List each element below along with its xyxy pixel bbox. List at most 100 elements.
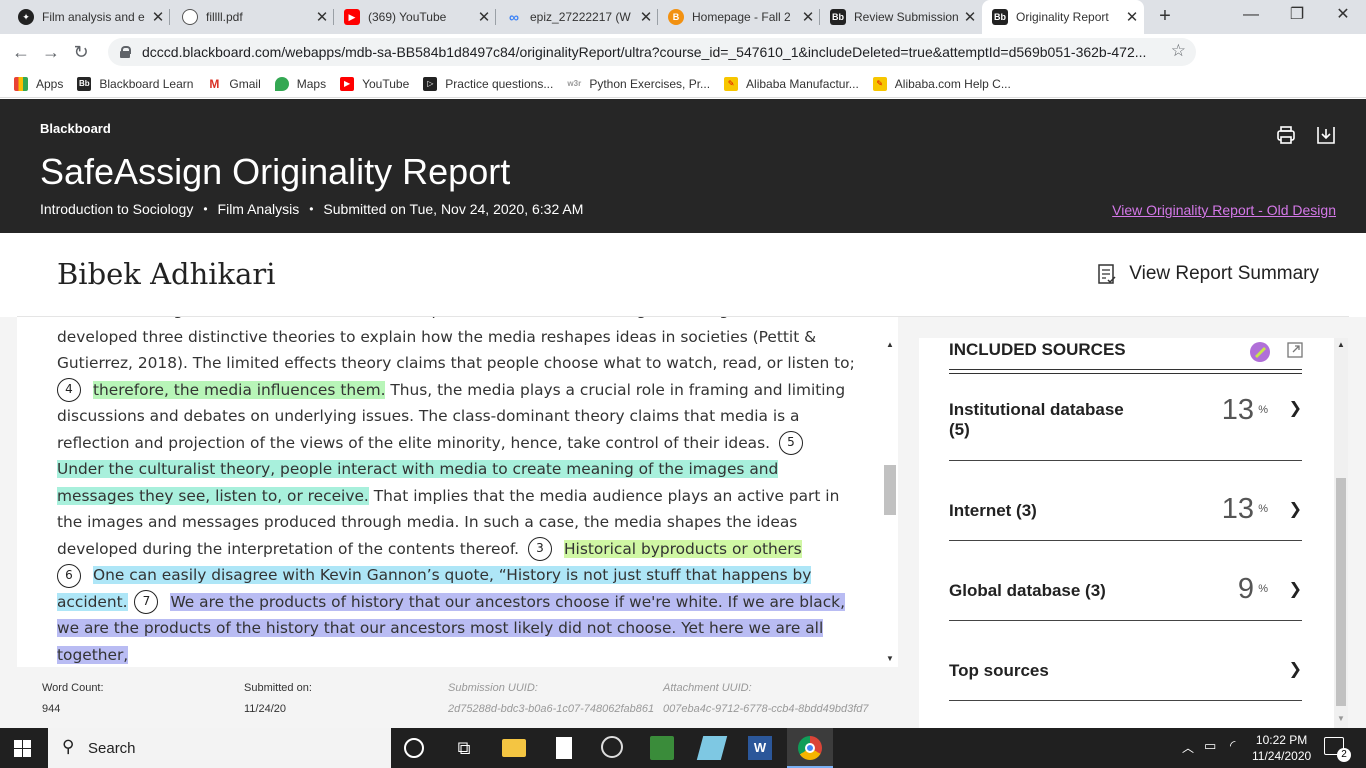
- file-explorer-icon[interactable]: [502, 739, 526, 757]
- tray-chevron-icon[interactable]: ︿: [1182, 739, 1194, 756]
- match-marker[interactable]: 4: [57, 378, 81, 402]
- close-icon[interactable]: ✕: [146, 8, 170, 26]
- bookmark-apps[interactable]: Apps: [14, 76, 63, 91]
- download-icon[interactable]: [1315, 124, 1337, 146]
- close-icon[interactable]: ✕: [310, 8, 334, 26]
- browser-toolbar: ← → ↻ dcccd.blackboard.com/webapps/mdb-s…: [0, 34, 1366, 96]
- bookmark-youtube[interactable]: ▶ YouTube: [340, 76, 409, 91]
- source-name: Top sources: [949, 661, 1049, 680]
- globe-app-icon[interactable]: [601, 736, 623, 758]
- address-bar[interactable]: dcccd.blackboard.com/webapps/mdb-sa-BB58…: [108, 38, 1196, 66]
- document-text: televisions, magazines, radios, and othe…: [57, 317, 857, 667]
- source-global-database[interactable]: Global database (3) 9 % ❯: [949, 541, 1302, 621]
- bookmark-blackboard[interactable]: Bb Blackboard Learn: [77, 76, 193, 91]
- matched-text[interactable]: Historical byproducts or others: [563, 539, 802, 558]
- taskbar-clock[interactable]: 10:22 PM 11/24/2020: [1252, 732, 1311, 764]
- bookmark-alibaba-mfr[interactable]: ✎ Alibaba Manufactur...: [724, 76, 859, 91]
- document-app-icon[interactable]: [556, 737, 572, 759]
- close-icon[interactable]: ✕: [1120, 8, 1144, 26]
- search-icon: ⚲: [62, 737, 75, 756]
- notification-center-icon[interactable]: 2: [1324, 737, 1351, 762]
- task-view-icon[interactable]: ⧉: [452, 736, 476, 760]
- blackboard-icon: Bb: [830, 9, 846, 25]
- w3r-icon: w3r: [567, 76, 582, 91]
- wifi-icon[interactable]: ◜: [1230, 737, 1235, 754]
- chrome-taskbar-button[interactable]: [787, 728, 833, 768]
- practice-icon: ▷: [423, 76, 438, 91]
- source-top-sources[interactable]: Top sources ❯: [949, 621, 1302, 701]
- calculator-app-icon[interactable]: [650, 736, 674, 760]
- paragraph-text: televisions, magazines, radios, and othe…: [57, 317, 855, 372]
- document-scroll-thumb[interactable]: [884, 465, 896, 515]
- close-icon[interactable]: ✕: [958, 8, 982, 26]
- forward-icon[interactable]: →: [36, 42, 66, 63]
- percent-sign: %: [1258, 503, 1268, 515]
- close-window-button[interactable]: ✕: [1320, 0, 1366, 34]
- attachment-uuid-value: 007eba4c-9712-6778-ccb4-8bdd49bd3fd7: [663, 703, 869, 715]
- tab-film-analysis[interactable]: ✦ Film analysis and e ✕: [8, 0, 170, 34]
- bookmark-alibaba-help[interactable]: ✎ Alibaba.com Help C...: [872, 76, 1011, 91]
- chevron-down-icon[interactable]: ❯: [1289, 398, 1302, 418]
- tab-pdf[interactable]: fillll.pdf ✕: [172, 0, 334, 34]
- new-tab-button[interactable]: +: [1152, 4, 1178, 30]
- blackboard-icon: Bb: [992, 9, 1008, 25]
- scroll-down-icon[interactable]: ▼: [1337, 714, 1345, 723]
- source-percent: 13: [1221, 394, 1254, 426]
- browser-tab-strip: ✦ Film analysis and e ✕ fillll.pdf ✕ ▶ (…: [0, 0, 1366, 34]
- bookmark-maps[interactable]: Maps: [274, 76, 326, 91]
- course-name: Introduction to Sociology: [40, 201, 194, 217]
- student-bar: Bibek Adhikari View Report Summary: [17, 233, 1349, 317]
- highlighter-icon[interactable]: [1249, 341, 1271, 363]
- tab-epiz[interactable]: ∞ epiz_27222217 (W ✕: [496, 0, 658, 34]
- scroll-up-icon[interactable]: ▲: [886, 340, 894, 349]
- report-summary-icon: [1098, 264, 1116, 284]
- match-marker[interactable]: 7: [134, 590, 159, 614]
- bookmark-star-icon[interactable]: ☆: [1171, 41, 1186, 61]
- source-institutional-database[interactable]: Institutional database (5) 13 % ❯: [949, 394, 1302, 461]
- bookmark-gmail[interactable]: M Gmail: [207, 76, 261, 91]
- chevron-down-icon[interactable]: ❯: [1289, 499, 1302, 519]
- document-panel[interactable]: televisions, magazines, radios, and othe…: [17, 317, 898, 667]
- battery-icon[interactable]: ▭: [1204, 738, 1216, 754]
- scroll-up-icon[interactable]: ▲: [1337, 340, 1345, 349]
- cortana-icon[interactable]: [404, 738, 424, 758]
- close-icon[interactable]: ✕: [634, 8, 658, 26]
- match-marker[interactable]: 3: [527, 537, 552, 561]
- alibaba-icon: ✎: [872, 76, 887, 91]
- restore-button[interactable]: ❐: [1274, 0, 1320, 34]
- bookmarks-bar: Apps Bb Blackboard Learn M Gmail Maps ▶ …: [0, 70, 1366, 98]
- print-icon[interactable]: [1275, 124, 1297, 146]
- reload-icon[interactable]: ↻: [66, 42, 96, 63]
- word-count-value: 944: [42, 703, 61, 715]
- chevron-down-icon[interactable]: ❯: [1289, 579, 1302, 599]
- paint-app-icon[interactable]: [696, 736, 728, 760]
- tab-homepage[interactable]: B Homepage - Fall 2 ✕: [658, 0, 820, 34]
- close-icon[interactable]: ✕: [796, 8, 820, 26]
- word-app-icon[interactable]: W: [748, 736, 772, 760]
- attachment-uuid-label: Attachment UUID:: [663, 682, 752, 694]
- scroll-down-icon[interactable]: ▼: [886, 654, 894, 663]
- back-icon[interactable]: ←: [6, 42, 36, 63]
- source-internet[interactable]: Internet (3) 13 % ❯: [949, 461, 1302, 541]
- expand-icon[interactable]: [1286, 341, 1304, 359]
- tab-review-submission[interactable]: Bb Review Submission ✕: [820, 0, 982, 34]
- minimize-button[interactable]: —: [1228, 0, 1274, 34]
- tab-originality-report[interactable]: Bb Originality Report ✕: [982, 0, 1144, 34]
- close-icon[interactable]: ✕: [472, 8, 496, 26]
- sources-scroll-thumb[interactable]: [1336, 478, 1346, 706]
- taskbar-search[interactable]: ⚲ Search: [48, 728, 391, 768]
- tab-youtube[interactable]: ▶ (369) YouTube ✕: [334, 0, 496, 34]
- matched-text[interactable]: We are the products of history that our …: [57, 592, 845, 664]
- bookmark-practice[interactable]: ▷ Practice questions...: [423, 76, 553, 91]
- assignment-name: Film Analysis: [217, 201, 300, 217]
- old-design-link[interactable]: View Originality Report - Old Design: [1112, 202, 1336, 218]
- match-marker[interactable]: 5: [778, 431, 803, 455]
- windows-start-icon[interactable]: [14, 740, 31, 757]
- match-marker[interactable]: 6: [57, 563, 81, 588]
- matched-text[interactable]: therefore, the media influences them.: [93, 380, 386, 399]
- view-report-summary-button[interactable]: View Report Summary: [1097, 263, 1319, 285]
- chevron-down-icon[interactable]: ❯: [1289, 659, 1302, 679]
- percent-sign: %: [1258, 404, 1268, 416]
- student-name: Bibek Adhikari: [57, 257, 276, 291]
- bookmark-python[interactable]: w3r Python Exercises, Pr...: [567, 76, 710, 91]
